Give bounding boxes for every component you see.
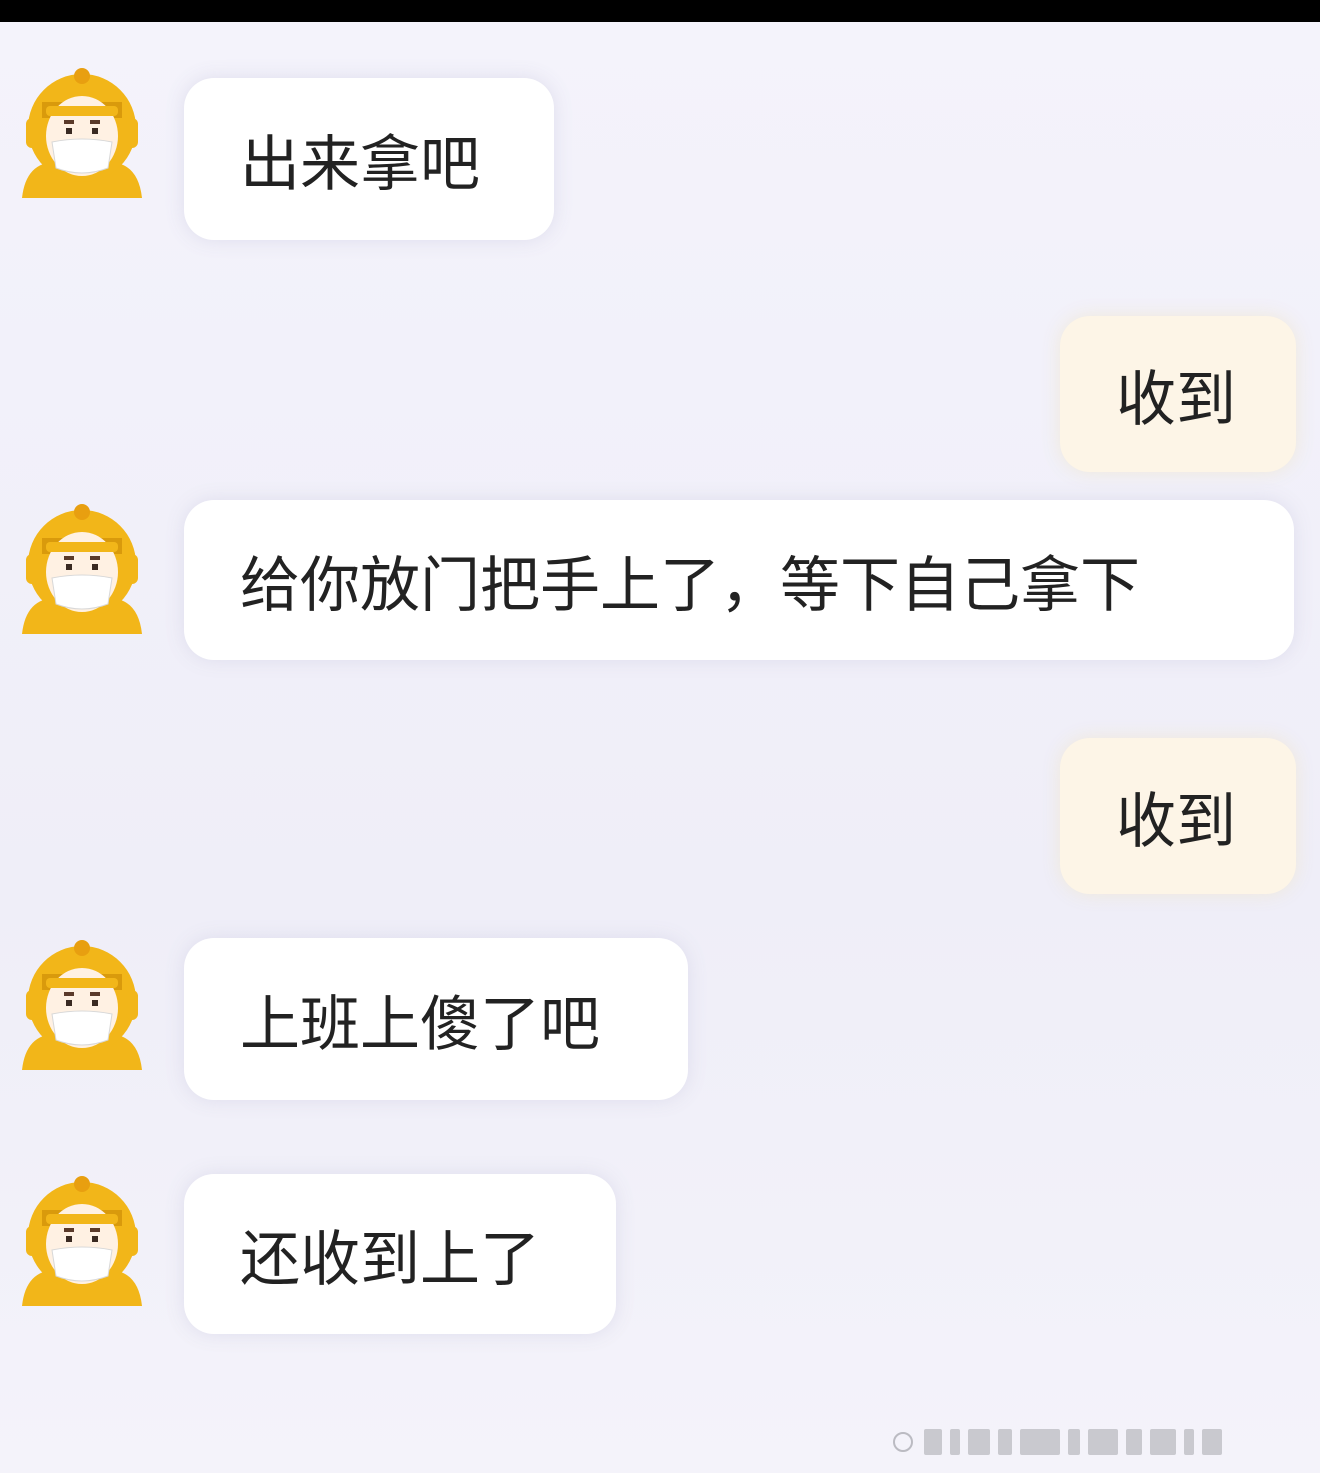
top-black-bar xyxy=(0,0,1320,22)
message-text: 还收到上了 xyxy=(240,1224,540,1295)
courier-avatar-icon[interactable] xyxy=(16,934,148,1072)
watermark-icon xyxy=(892,1425,1302,1459)
message-bubble-incoming[interactable]: 出来拿吧 xyxy=(184,78,554,240)
message-text: 给你放门把手上了，等下自己拿下 xyxy=(240,550,1140,621)
message-text: 收到 xyxy=(1116,786,1236,857)
message-bubble-incoming[interactable]: 上班上傻了吧 xyxy=(184,938,688,1100)
message-text: 出来拿吧 xyxy=(240,129,480,200)
message-text: 收到 xyxy=(1116,364,1236,435)
chat-message-list[interactable]: 出来拿吧 收到 给你放门把手上了，等下自己拿下 收到 上班上傻了吧 还收到上了 xyxy=(0,22,1320,1473)
courier-avatar-icon[interactable] xyxy=(16,498,148,636)
message-bubble-outgoing[interactable]: 收到 xyxy=(1060,316,1296,472)
message-text: 上班上傻了吧 xyxy=(240,989,600,1060)
message-bubble-incoming[interactable]: 给你放门把手上了，等下自己拿下 xyxy=(184,500,1294,660)
message-bubble-outgoing[interactable]: 收到 xyxy=(1060,738,1296,894)
courier-avatar-icon[interactable] xyxy=(16,62,148,200)
courier-avatar-icon[interactable] xyxy=(16,1170,148,1308)
message-bubble-incoming[interactable]: 还收到上了 xyxy=(184,1174,616,1334)
